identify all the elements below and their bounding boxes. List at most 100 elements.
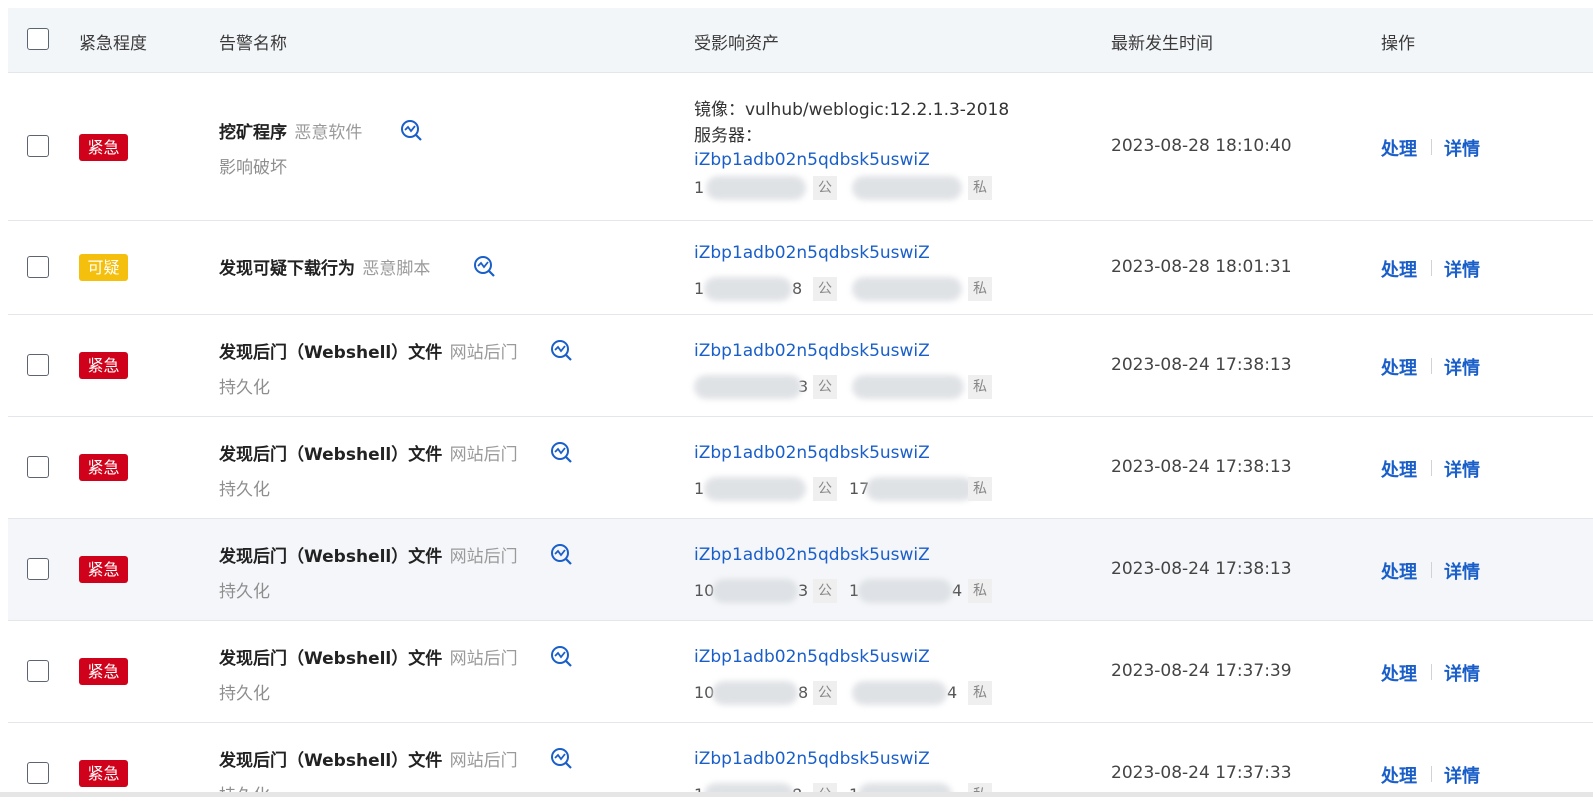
redacted-ip xyxy=(704,277,792,301)
alert-name[interactable]: 发现后门（Webshell）文件 xyxy=(219,751,442,771)
alert-name[interactable]: 发现后门（Webshell）文件 xyxy=(219,343,442,363)
trend-analysis-icon[interactable] xyxy=(549,542,573,566)
header-affected-asset: 受影响资产 xyxy=(694,34,779,54)
redacted-ip xyxy=(852,176,962,200)
table-row: 紧急 发现后门（Webshell）文件 网站后门 持久化 iZbp1adb02n… xyxy=(8,621,1593,723)
detail-button[interactable]: 详情 xyxy=(1444,354,1480,380)
public-tag: 公 xyxy=(813,375,837,399)
header-severity[interactable]: 紧急程度 xyxy=(79,29,147,54)
severity-badge: 紧急 xyxy=(79,134,128,161)
alert-category: 网站后门 xyxy=(449,751,518,771)
private-ip-suffix: 4 xyxy=(947,683,958,702)
table-row: 可疑 发现可疑下载行为 恶意脚本 iZbp1adb02n5qdbsk5uswiZ… xyxy=(8,221,1593,315)
severity-badge: 紧急 xyxy=(79,556,128,583)
detail-button[interactable]: 详情 xyxy=(1444,660,1480,686)
host-link[interactable]: iZbp1adb02n5qdbsk5uswiZ xyxy=(694,243,930,263)
header-latest-time[interactable]: 最新发生时间 xyxy=(1111,29,1213,54)
alert-name[interactable]: 发现后门（Webshell）文件 xyxy=(219,547,442,567)
ip-line: 10 8 公 4 私 xyxy=(694,681,1014,705)
alert-category: 恶意脚本 xyxy=(362,259,431,279)
redacted-ip xyxy=(712,579,798,603)
alerts-table: 紧急程度 告警名称 受影响资产 最新发生时间 操作 紧急 挖矿程序 恶意软件 影… xyxy=(8,8,1593,793)
handle-button[interactable]: 处理 xyxy=(1381,135,1417,161)
public-tag: 公 xyxy=(813,477,837,501)
row-checkbox[interactable] xyxy=(27,456,49,478)
header-action: 操作 xyxy=(1381,34,1415,54)
row-checkbox[interactable] xyxy=(27,762,49,784)
public-tag: 公 xyxy=(813,176,837,200)
action-separator xyxy=(1431,139,1432,155)
image-label: 镜像：vulhub/weblogic:12.2.1.3-2018 xyxy=(694,100,1010,120)
public-ip-suffix: 8 xyxy=(798,683,809,702)
horizontal-scrollbar[interactable] xyxy=(0,792,1593,797)
public-tag: 公 xyxy=(813,277,837,301)
alert-time: 2023-08-24 17:38:13 xyxy=(1111,457,1292,477)
redacted-ip xyxy=(712,681,798,705)
handle-button[interactable]: 处理 xyxy=(1381,762,1417,788)
trend-analysis-icon[interactable] xyxy=(472,254,496,278)
alert-name-line: 发现后门（Webshell）文件 网站后门 xyxy=(219,542,518,567)
public-ip-prefix: 1 xyxy=(694,178,705,197)
trend-analysis-icon[interactable] xyxy=(549,338,573,362)
host-link[interactable]: iZbp1adb02n5qdbsk5uswiZ xyxy=(694,647,930,667)
host-link[interactable]: iZbp1adb02n5qdbsk5uswiZ xyxy=(694,545,930,565)
row-checkbox[interactable] xyxy=(27,354,49,376)
host-link[interactable]: iZbp1adb02n5qdbsk5uswiZ xyxy=(694,443,930,463)
handle-button[interactable]: 处理 xyxy=(1381,256,1417,282)
detail-button[interactable]: 详情 xyxy=(1444,135,1480,161)
row-checkbox[interactable] xyxy=(27,135,49,157)
select-all-checkbox[interactable] xyxy=(27,28,49,50)
alert-name[interactable]: 挖矿程序 xyxy=(219,123,287,143)
detail-button[interactable]: 详情 xyxy=(1444,456,1480,482)
alert-category: 恶意软件 xyxy=(294,123,363,143)
action-separator xyxy=(1431,766,1432,782)
handle-button[interactable]: 处理 xyxy=(1381,660,1417,686)
redacted-ip xyxy=(858,579,952,603)
host-link[interactable]: iZbp1adb02n5qdbsk5uswiZ xyxy=(694,150,930,170)
ip-line: 1 公 私 xyxy=(694,176,1014,200)
alert-name[interactable]: 发现后门（Webshell）文件 xyxy=(219,649,442,669)
host-link[interactable]: iZbp1adb02n5qdbsk5uswiZ xyxy=(694,341,930,361)
detail-button[interactable]: 详情 xyxy=(1444,256,1480,282)
table-row: 紧急 发现后门（Webshell）文件 网站后门 持久化 iZbp1adb02n… xyxy=(8,417,1593,519)
severity-badge: 紧急 xyxy=(79,352,128,379)
alert-time: 2023-08-24 17:37:39 xyxy=(1111,661,1292,681)
trend-analysis-icon[interactable] xyxy=(549,440,573,464)
row-checkbox[interactable] xyxy=(27,660,49,682)
alert-name[interactable]: 发现可疑下载行为 xyxy=(219,259,355,279)
handle-button[interactable]: 处理 xyxy=(1381,354,1417,380)
action-separator xyxy=(1431,664,1432,680)
redacted-ip xyxy=(852,375,964,399)
ip-line: 1 8 公 私 xyxy=(694,277,1014,301)
trend-analysis-icon[interactable] xyxy=(549,644,573,668)
severity-badge: 紧急 xyxy=(79,658,128,685)
alert-name[interactable]: 发现后门（Webshell）文件 xyxy=(219,445,442,465)
host-link[interactable]: iZbp1adb02n5qdbsk5uswiZ xyxy=(694,749,930,769)
row-checkbox[interactable] xyxy=(27,256,49,278)
table-row: 紧急 发现后门（Webshell）文件 网站后门 持久化 iZbp1adb02n… xyxy=(8,315,1593,417)
trend-analysis-icon[interactable] xyxy=(399,118,423,142)
table-row: 紧急 挖矿程序 恶意软件 影响破坏 镜像：vulhub/weblogic:12.… xyxy=(8,73,1593,221)
private-tag: 私 xyxy=(968,477,992,501)
ip-line: 10 3 公 1 4 私 xyxy=(694,579,1014,603)
detail-button[interactable]: 详情 xyxy=(1444,762,1480,788)
private-tag: 私 xyxy=(968,176,992,200)
action-separator xyxy=(1431,562,1432,578)
header-alert-name: 告警名称 xyxy=(219,34,287,54)
handle-button[interactable]: 处理 xyxy=(1381,456,1417,482)
public-ip-suffix: 3 xyxy=(798,581,809,600)
trend-analysis-icon[interactable] xyxy=(549,746,573,770)
alert-tactic: 持久化 xyxy=(219,684,270,704)
redacted-ip xyxy=(694,375,802,399)
public-tag: 公 xyxy=(813,579,837,603)
handle-button[interactable]: 处理 xyxy=(1381,558,1417,584)
alert-category: 网站后门 xyxy=(449,343,518,363)
redacted-ip xyxy=(704,477,806,501)
alert-time: 2023-08-28 18:10:40 xyxy=(1111,136,1292,156)
row-checkbox[interactable] xyxy=(27,558,49,580)
detail-button[interactable]: 详情 xyxy=(1444,558,1480,584)
action-separator xyxy=(1431,358,1432,374)
ip-line: 1 公 17 私 xyxy=(694,477,1014,501)
private-ip-suffix: 4 xyxy=(952,581,963,600)
alert-tactic: 持久化 xyxy=(219,480,270,500)
